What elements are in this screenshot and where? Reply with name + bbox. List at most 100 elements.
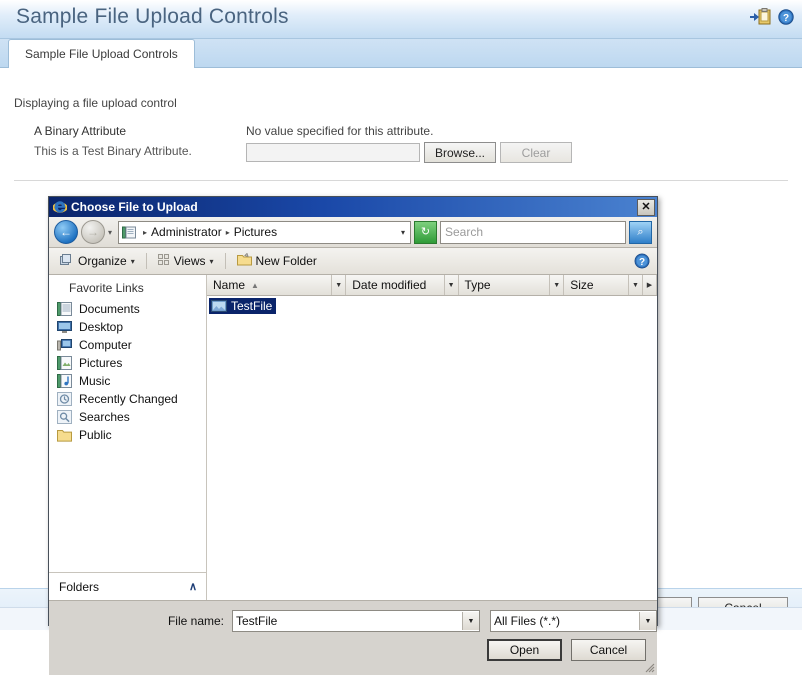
views-label: Views	[174, 254, 206, 268]
column-more-icon[interactable]: ▶	[643, 275, 657, 295]
tab-sample-file-upload-controls[interactable]: Sample File Upload Controls	[8, 39, 195, 69]
column-header-size[interactable]: Size	[564, 275, 629, 295]
breadcrumb-sep-1: ▸	[226, 228, 230, 237]
breadcrumb-pictures[interactable]: Pictures	[234, 225, 277, 239]
choose-file-dialog: Choose File to Upload ✕ ← → ▾ ▸ Administ…	[48, 196, 658, 626]
favorite-links-panel: Favorite Links Documents	[49, 275, 207, 600]
page-title: Sample File Upload Controls	[16, 5, 289, 29]
file-path-input[interactable]	[246, 143, 420, 162]
page-header: Sample File Upload Controls ?	[0, 0, 802, 39]
tab-strip: Sample File Upload Controls	[0, 39, 802, 68]
paste-icon[interactable]	[749, 8, 771, 26]
svg-text:?: ?	[783, 13, 789, 24]
section-divider	[14, 180, 788, 181]
header-icon-group: ?	[749, 8, 794, 26]
sidebar-item-label: Music	[79, 374, 110, 388]
sidebar-item-documents[interactable]: Documents	[49, 300, 206, 318]
history-dropdown-icon[interactable]: ▾	[108, 228, 112, 237]
column-label: Name	[213, 278, 245, 292]
image-file-icon	[211, 299, 227, 313]
dialog-toolbar: Organize ▾ Views ▾	[49, 248, 657, 275]
sidebar-item-recently-changed[interactable]: Recently Changed	[49, 390, 206, 408]
computer-icon	[57, 338, 72, 352]
dialog-cancel-button[interactable]: Cancel	[571, 639, 646, 661]
file-list-body[interactable]: TestFile	[207, 296, 657, 600]
help-icon[interactable]: ?	[634, 253, 650, 269]
desktop-icon	[57, 320, 72, 334]
views-button[interactable]: Views ▾	[154, 253, 218, 270]
column-menu-date-icon[interactable]: ▼	[445, 275, 459, 295]
sidebar-item-public[interactable]: Public	[49, 426, 206, 444]
chevron-down-icon[interactable]: ▾	[401, 228, 408, 237]
internet-explorer-icon	[53, 200, 67, 214]
search-icon[interactable]: ⌕	[629, 221, 652, 244]
browse-button[interactable]: Browse...	[424, 142, 496, 163]
documents-icon	[57, 302, 72, 316]
sidebar-item-label: Desktop	[79, 320, 123, 334]
sidebar-item-music[interactable]: Music	[49, 372, 206, 390]
sidebar-item-label: Public	[79, 428, 112, 442]
filename-label: File name:	[49, 614, 232, 628]
filename-row: File name: TestFile ▼ All Files (*.*) ▼	[49, 610, 657, 632]
dialog-address-bar: ← → ▾ ▸ Administrator ▸ Pictures ▾ ↻ Sea…	[49, 217, 657, 248]
back-icon[interactable]: ←	[54, 220, 78, 244]
sidebar-item-label: Searches	[79, 410, 130, 424]
column-menu-type-icon[interactable]: ▼	[550, 275, 564, 295]
folders-label: Folders	[59, 580, 99, 594]
filename-value: TestFile	[236, 614, 277, 628]
folder-icon	[122, 226, 136, 239]
dialog-footer: File name: TestFile ▼ All Files (*.*) ▼ …	[49, 600, 657, 675]
forward-icon[interactable]: →	[81, 220, 105, 244]
sidebar-item-computer[interactable]: Computer	[49, 336, 206, 354]
breadcrumb: ▸ Administrator ▸ Pictures	[139, 225, 277, 239]
searches-icon	[57, 410, 72, 424]
column-header-name[interactable]: Name ▲	[207, 275, 332, 295]
chevron-down-icon[interactable]: ▼	[462, 612, 479, 630]
new-folder-button[interactable]: New Folder	[233, 252, 321, 270]
column-menu-name-icon[interactable]: ▼	[332, 275, 346, 295]
favorite-links-list: Favorite Links Documents	[49, 275, 206, 572]
refresh-icon[interactable]: ↻	[414, 221, 437, 244]
filetype-combo[interactable]: All Files (*.*) ▼	[490, 610, 657, 632]
open-button[interactable]: Open	[487, 639, 562, 661]
toolbar-separator	[225, 253, 226, 269]
breadcrumb-administrator[interactable]: Administrator	[151, 225, 222, 239]
no-value-text: No value specified for this attribute.	[246, 124, 572, 138]
tab-label: Sample File Upload Controls	[25, 47, 178, 61]
music-icon	[57, 374, 72, 388]
views-icon	[158, 254, 170, 269]
search-input[interactable]: Search	[440, 221, 626, 244]
list-item-label: TestFile	[231, 299, 272, 313]
help-icon[interactable]: ?	[778, 9, 794, 25]
organize-icon	[60, 253, 74, 269]
attribute-control: No value specified for this attribute. B…	[246, 124, 572, 163]
sidebar-item-pictures[interactable]: Pictures	[49, 354, 206, 372]
list-item[interactable]: TestFile	[209, 298, 276, 314]
resize-grip[interactable]	[643, 661, 655, 673]
favorite-links-title: Favorite Links	[49, 281, 206, 300]
filetype-value: All Files (*.*)	[494, 614, 560, 628]
sidebar-item-searches[interactable]: Searches	[49, 408, 206, 426]
organize-label: Organize	[78, 254, 127, 268]
chevron-down-icon: ▾	[210, 257, 214, 266]
toolbar-separator	[146, 253, 147, 269]
column-header-type[interactable]: Type	[459, 275, 551, 295]
clear-button[interactable]: Clear	[500, 142, 572, 163]
sort-ascending-icon: ▲	[251, 281, 259, 290]
column-menu-size-icon[interactable]: ▼	[629, 275, 643, 295]
dialog-title-bar[interactable]: Choose File to Upload ✕	[49, 197, 657, 217]
new-folder-label: New Folder	[256, 254, 317, 268]
column-header-date-modified[interactable]: Date modified	[346, 275, 444, 295]
attribute-label: A Binary Attribute	[34, 124, 126, 138]
address-input[interactable]: ▸ Administrator ▸ Pictures ▾	[118, 221, 411, 244]
recently-changed-icon	[57, 392, 72, 406]
column-label: Type	[465, 278, 491, 292]
sidebar-item-label: Pictures	[79, 356, 122, 370]
close-icon[interactable]: ✕	[637, 199, 655, 216]
sidebar-item-label: Recently Changed	[79, 392, 178, 406]
filename-combo[interactable]: TestFile ▼	[232, 610, 480, 632]
folders-panel-toggle[interactable]: Folders ∧	[49, 572, 206, 600]
organize-button[interactable]: Organize ▾	[56, 252, 139, 270]
chevron-down-icon[interactable]: ▼	[639, 612, 656, 630]
sidebar-item-desktop[interactable]: Desktop	[49, 318, 206, 336]
